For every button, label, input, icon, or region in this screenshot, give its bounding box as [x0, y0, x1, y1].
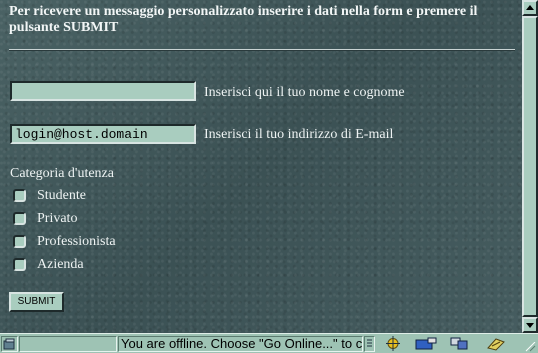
radio-label: Azienda	[37, 257, 84, 272]
email-input[interactable]	[10, 124, 196, 144]
radio-button[interactable]	[13, 258, 26, 271]
radio-button[interactable]	[13, 189, 26, 202]
submit-button[interactable]: SUBMIT	[9, 292, 64, 312]
scroll-down-button[interactable]	[522, 317, 538, 333]
document-icon	[3, 338, 15, 350]
form-heading: Per ricevere un messaggio personalizzato…	[9, 4, 478, 35]
radio-label: Professionista	[37, 234, 116, 249]
resize-grip-icon[interactable]	[524, 342, 536, 352]
radio-label: Privato	[37, 211, 78, 226]
mail-icon[interactable]	[414, 336, 438, 351]
name-input[interactable]	[10, 81, 196, 101]
radio-button[interactable]	[13, 212, 26, 225]
email-field-label: Inserisci il tuo indirizzo di E-mail	[204, 127, 394, 142]
arrow-down-icon	[526, 323, 534, 328]
scroll-thumb[interactable]	[522, 16, 538, 317]
scroll-track[interactable]	[522, 16, 538, 317]
status-message: You are offline. Choose "Go Online..." t…	[118, 336, 363, 352]
document-icon-pane[interactable]	[1, 336, 18, 352]
divider	[9, 49, 515, 51]
security-pane	[19, 336, 117, 352]
chat-icon[interactable]	[448, 336, 472, 351]
radio-button[interactable]	[13, 235, 26, 248]
progress-pane	[364, 336, 375, 352]
category-label: Categoria d'utenza	[10, 166, 114, 181]
page-viewport: Per ricevere un messaggio personalizzato…	[0, 0, 522, 333]
scroll-up-button[interactable]	[522, 0, 538, 16]
composer-icon[interactable]	[486, 336, 508, 351]
radio-label: Studente	[37, 188, 86, 203]
status-bar: You are offline. Choose "Go Online..." t…	[0, 333, 538, 353]
name-field-label: Inserisci qui il tuo nome e cognome	[204, 85, 405, 100]
arrow-up-icon	[526, 5, 534, 10]
offline-icon	[367, 339, 372, 347]
navigator-icon[interactable]	[384, 336, 402, 351]
vertical-scrollbar[interactable]	[522, 0, 538, 333]
